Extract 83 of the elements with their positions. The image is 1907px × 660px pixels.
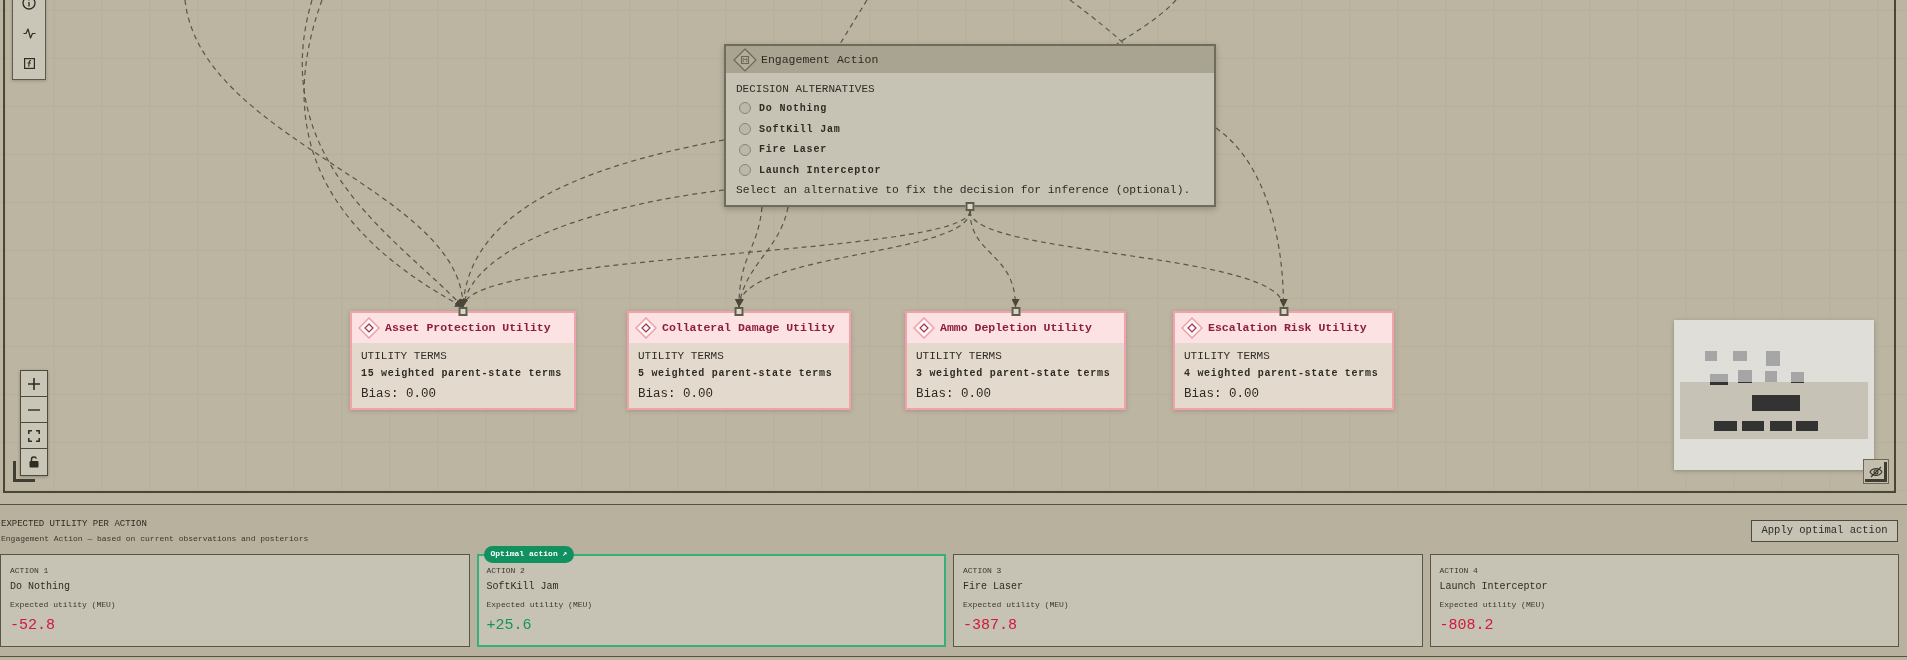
utility-value: -387.8 xyxy=(963,616,1018,635)
action-label: ACTION 2 xyxy=(486,565,526,576)
action-name: SoftKill Jam xyxy=(486,579,560,593)
minimap-node xyxy=(1796,421,1818,431)
alternative-label[interactable]: Launch Interceptor xyxy=(759,163,882,177)
metric-label: Expected utility (MEU) xyxy=(963,599,1070,610)
section-label: UTILITY TERMS xyxy=(916,349,1003,363)
action-name: Launch Interceptor xyxy=(1439,579,1549,593)
plus-icon xyxy=(28,377,40,390)
optimal-action-badge: Optimal action ↗ xyxy=(483,545,575,563)
minimap-node xyxy=(1714,421,1737,431)
alternative-label[interactable]: SoftKill Jam xyxy=(759,122,841,136)
bias-value: Bias: 0.00 xyxy=(1184,386,1260,402)
minimap-node xyxy=(1710,374,1728,385)
connection-handle[interactable] xyxy=(965,202,975,211)
action-label: ACTION 3 xyxy=(963,565,1003,576)
alternative-label[interactable]: Fire Laser xyxy=(759,143,827,157)
minimap-node xyxy=(1705,351,1717,361)
hint-text: Select an alternative to fix the decision for inference (optional). xyxy=(736,182,1192,197)
bias-value: Bias: 0.00 xyxy=(361,386,437,402)
edge-line xyxy=(1069,0,1125,45)
action-name: Fire Laser xyxy=(963,579,1024,593)
node-title: Ammo Depletion Utility xyxy=(940,321,1092,335)
panel-title: EXPECTED UTILITY PER ACTION xyxy=(1,518,148,530)
radio-button[interactable] xyxy=(739,102,751,115)
terms-count: 5 weighted parent-state terms xyxy=(638,367,834,381)
edge-line xyxy=(1116,0,1177,45)
diamond-icon xyxy=(1181,317,1203,339)
utility-value: +25.6 xyxy=(486,616,533,635)
node-title: Escalation Risk Utility xyxy=(1208,321,1367,335)
activity-icon xyxy=(22,27,36,39)
minimap-node xyxy=(1752,395,1800,411)
terms-count: 3 weighted parent-state terms xyxy=(916,367,1112,381)
bias-value: Bias: 0.00 xyxy=(638,386,714,402)
section-label: UTILITY TERMS xyxy=(361,349,448,363)
radio-button[interactable] xyxy=(739,123,751,136)
minimap-node xyxy=(1742,421,1764,431)
diamond-icon xyxy=(733,47,757,72)
section-label: UTILITY TERMS xyxy=(638,349,725,363)
radio-button[interactable] xyxy=(739,143,751,156)
diamond-icon xyxy=(635,317,657,339)
action-label: ACTION 1 xyxy=(10,565,50,576)
alternative-label[interactable]: Do Nothing xyxy=(759,101,827,115)
minimap-node xyxy=(1770,421,1792,431)
action-name: Do Nothing xyxy=(10,579,71,593)
terms-count: 4 weighted parent-state terms xyxy=(1184,367,1380,381)
section-label: UTILITY TERMS xyxy=(1184,349,1271,363)
minus-icon xyxy=(28,408,40,411)
action-card[interactable]: ACTION 1 Do Nothing Expected utility (MEU) -52.8 xyxy=(0,553,470,647)
diamond-icon xyxy=(358,317,380,339)
minimap-node xyxy=(1765,371,1777,382)
connection-handle[interactable] xyxy=(734,307,744,316)
fit-view-icon xyxy=(28,429,40,442)
bias-value: Bias: 0.00 xyxy=(916,386,992,402)
terms-count: 15 weighted parent-state terms xyxy=(361,367,564,381)
utility-value: -808.2 xyxy=(1439,616,1495,635)
metric-label: Expected utility (MEU) xyxy=(486,599,594,610)
action-card[interactable]: ACTION 3 Fire Laser Expected utility (MEU) -387.8 xyxy=(953,553,1423,647)
metric-label: Expected utility (MEU) xyxy=(10,599,117,610)
utility-value: -52.8 xyxy=(10,616,56,635)
info-icon xyxy=(22,0,36,10)
minimap-node xyxy=(1766,351,1780,366)
section-label: DECISION ALTERNATIVES xyxy=(736,82,876,96)
edge-line xyxy=(839,0,868,45)
diamond-icon xyxy=(913,317,935,339)
node-title: Collateral Damage Utility xyxy=(662,321,835,335)
minimap-node xyxy=(1733,351,1747,361)
lock-icon xyxy=(29,456,39,468)
apply-optimal-action-button[interactable]: Apply optimal action xyxy=(1751,520,1898,542)
function-icon xyxy=(23,57,35,69)
metric-label: Expected utility (MEU) xyxy=(1439,599,1547,610)
minimap-node xyxy=(1738,370,1752,383)
connection-handle[interactable] xyxy=(458,307,468,316)
connection-handle[interactable] xyxy=(1279,307,1288,316)
action-label: ACTION 4 xyxy=(1439,565,1479,576)
action-card[interactable]: ACTION 4 Launch Interceptor Expected utility (MEU) -808.2 xyxy=(1429,553,1899,647)
node-title: Asset Protection Utility xyxy=(385,321,551,335)
node-title: Engagement Action xyxy=(761,52,879,67)
corner-bracket-icon xyxy=(13,461,35,482)
radio-button[interactable] xyxy=(739,164,751,177)
connection-handle[interactable] xyxy=(1011,307,1020,316)
panel-subtitle: Engagement Action — based on current observations and posteriors xyxy=(1,532,309,544)
minimap-node xyxy=(1791,372,1804,383)
